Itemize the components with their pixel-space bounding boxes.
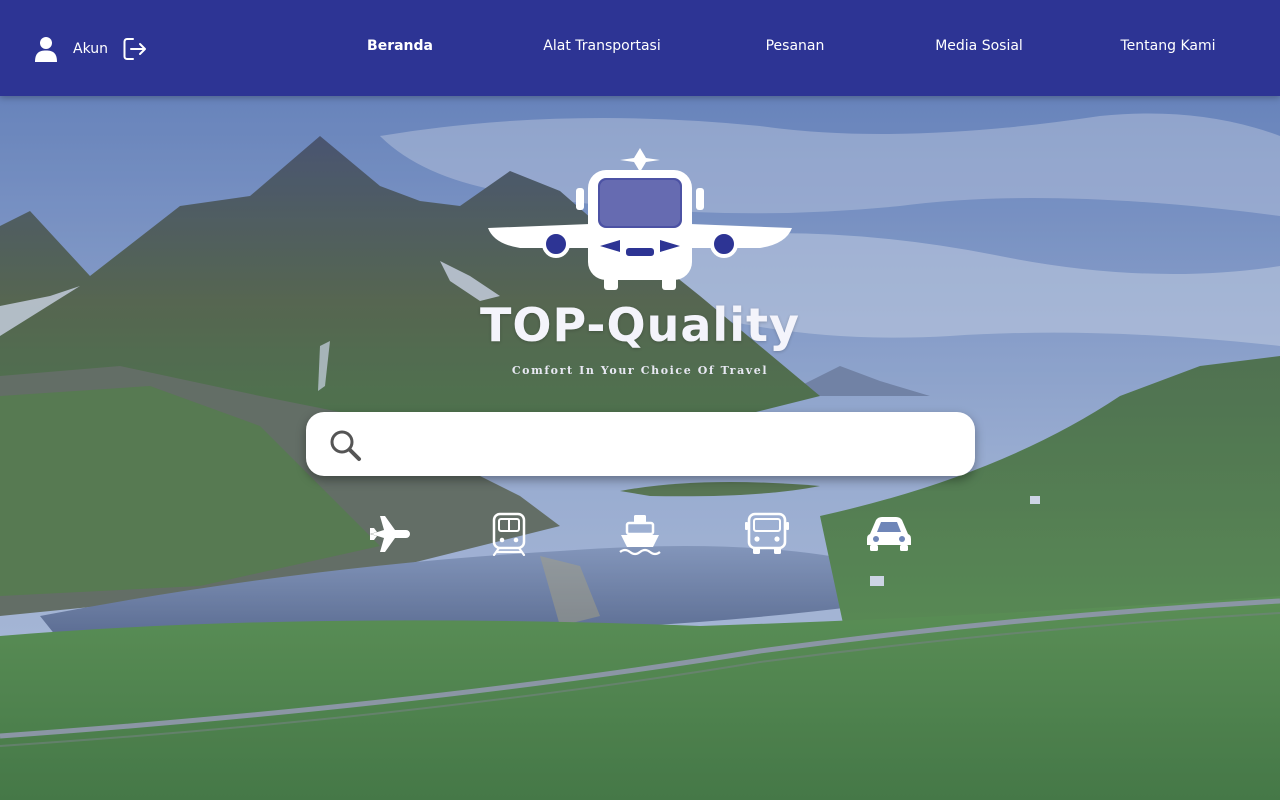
search-icon[interactable] (328, 428, 362, 462)
brand-logo-icon (488, 148, 792, 290)
train-icon[interactable] (490, 512, 528, 556)
ship-icon[interactable] (618, 512, 662, 556)
brand-tagline: Comfort In Your Choice Of Travel (511, 364, 769, 377)
top-navbar: Akun Beranda Alat Transportasi Pesanan M… (0, 0, 1280, 96)
nav-pesanan[interactable]: Pesanan (766, 38, 825, 54)
brand-name: TOP-Quality (480, 298, 800, 352)
bus-icon[interactable] (744, 512, 790, 556)
nav-beranda[interactable]: Beranda (367, 38, 433, 54)
search-bar (306, 412, 975, 476)
airplane-icon[interactable] (368, 512, 412, 556)
nav-media-sosial[interactable]: Media Sosial (935, 38, 1023, 54)
search-input[interactable] (378, 426, 948, 462)
nav-tentang-kami[interactable]: Tentang Kami (1121, 38, 1216, 54)
main-nav: Beranda Alat Transportasi Pesanan Media … (0, 38, 1280, 62)
car-icon[interactable] (866, 514, 912, 554)
nav-alat-transportasi[interactable]: Alat Transportasi (543, 38, 660, 54)
